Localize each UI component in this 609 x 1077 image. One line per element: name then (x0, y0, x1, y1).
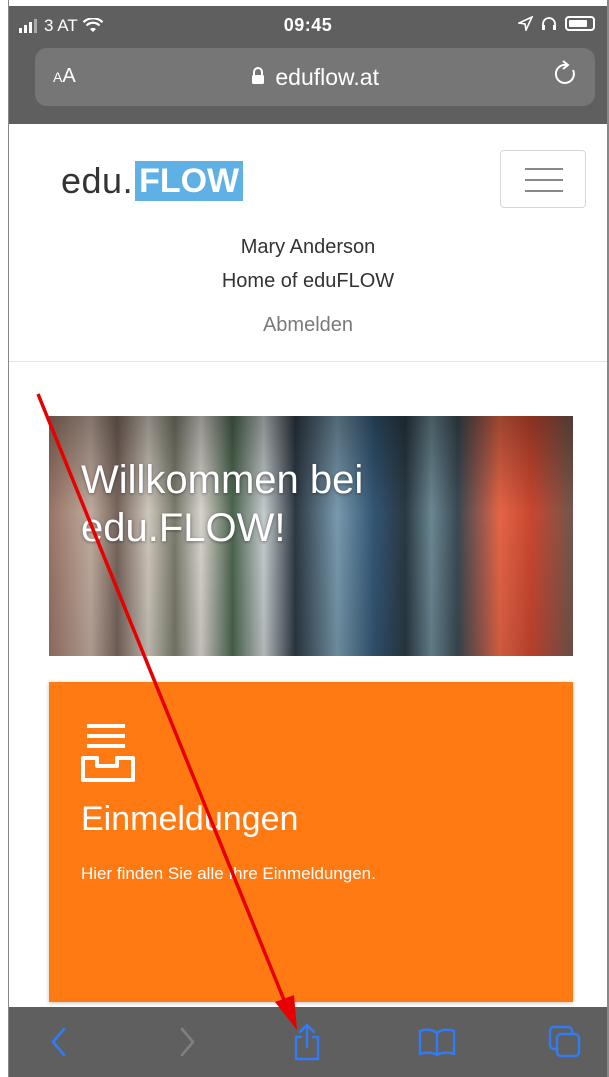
status-bar: 3 AT 09:45 (9, 6, 607, 46)
headphones-icon (542, 17, 556, 30)
domain-text: eduflow.at (275, 64, 379, 90)
address-bar[interactable]: AA eduflow.at (35, 48, 595, 106)
url-domain[interactable]: eduflow.at (35, 64, 595, 91)
einmeldungen-card[interactable]: Einmeldungen Hier finden Sie alle Ihre E… (49, 682, 573, 1002)
site-logo[interactable]: edu. FLOW (61, 160, 244, 202)
welcome-banner: Willkommen bei edu.FLOW! (49, 416, 573, 656)
lock-icon (252, 67, 264, 84)
hamburger-line (525, 168, 563, 170)
status-icons (518, 16, 595, 31)
forward-icon (180, 1027, 195, 1057)
browser-toolbar (9, 1007, 607, 1077)
back-button[interactable] (29, 1007, 89, 1077)
tabs-icon (548, 1025, 581, 1058)
back-icon (51, 1027, 66, 1057)
welcome-title: Willkommen bei edu.FLOW! (81, 458, 364, 550)
card-description: Hier finden Sie alle Ihre Einmeldungen. (81, 864, 376, 883)
user-name: Mary Anderson (240, 236, 376, 258)
tabs-button[interactable] (535, 1007, 595, 1077)
share-icon (294, 1023, 320, 1061)
card-title: Einmeldungen (81, 800, 299, 838)
share-button[interactable] (277, 1007, 337, 1077)
hamburger-line (525, 190, 563, 192)
inbox-icon (81, 724, 135, 782)
bookmarks-button[interactable] (407, 1007, 467, 1077)
left-frame (0, 0, 9, 1077)
site-header: edu. FLOW Mary Anderson Home of eduFLOW … (9, 124, 607, 362)
forward-button[interactable] (157, 1007, 217, 1077)
location-icon (518, 16, 533, 31)
battery-icon (565, 16, 595, 31)
reload-icon[interactable] (553, 60, 579, 88)
bookmarks-icon (418, 1028, 456, 1057)
hamburger-line (525, 179, 563, 181)
logout-link[interactable]: Abmelden (9, 314, 607, 337)
site-subtitle: Home of eduFLOW (221, 270, 395, 292)
menu-toggle-button[interactable] (500, 150, 586, 208)
phone-screen: 3 AT 09:45 AA eduflow.at edu. FLOW Mary … (9, 6, 607, 1077)
browser-chrome-top: 3 AT 09:45 AA eduflow.at (9, 6, 607, 124)
